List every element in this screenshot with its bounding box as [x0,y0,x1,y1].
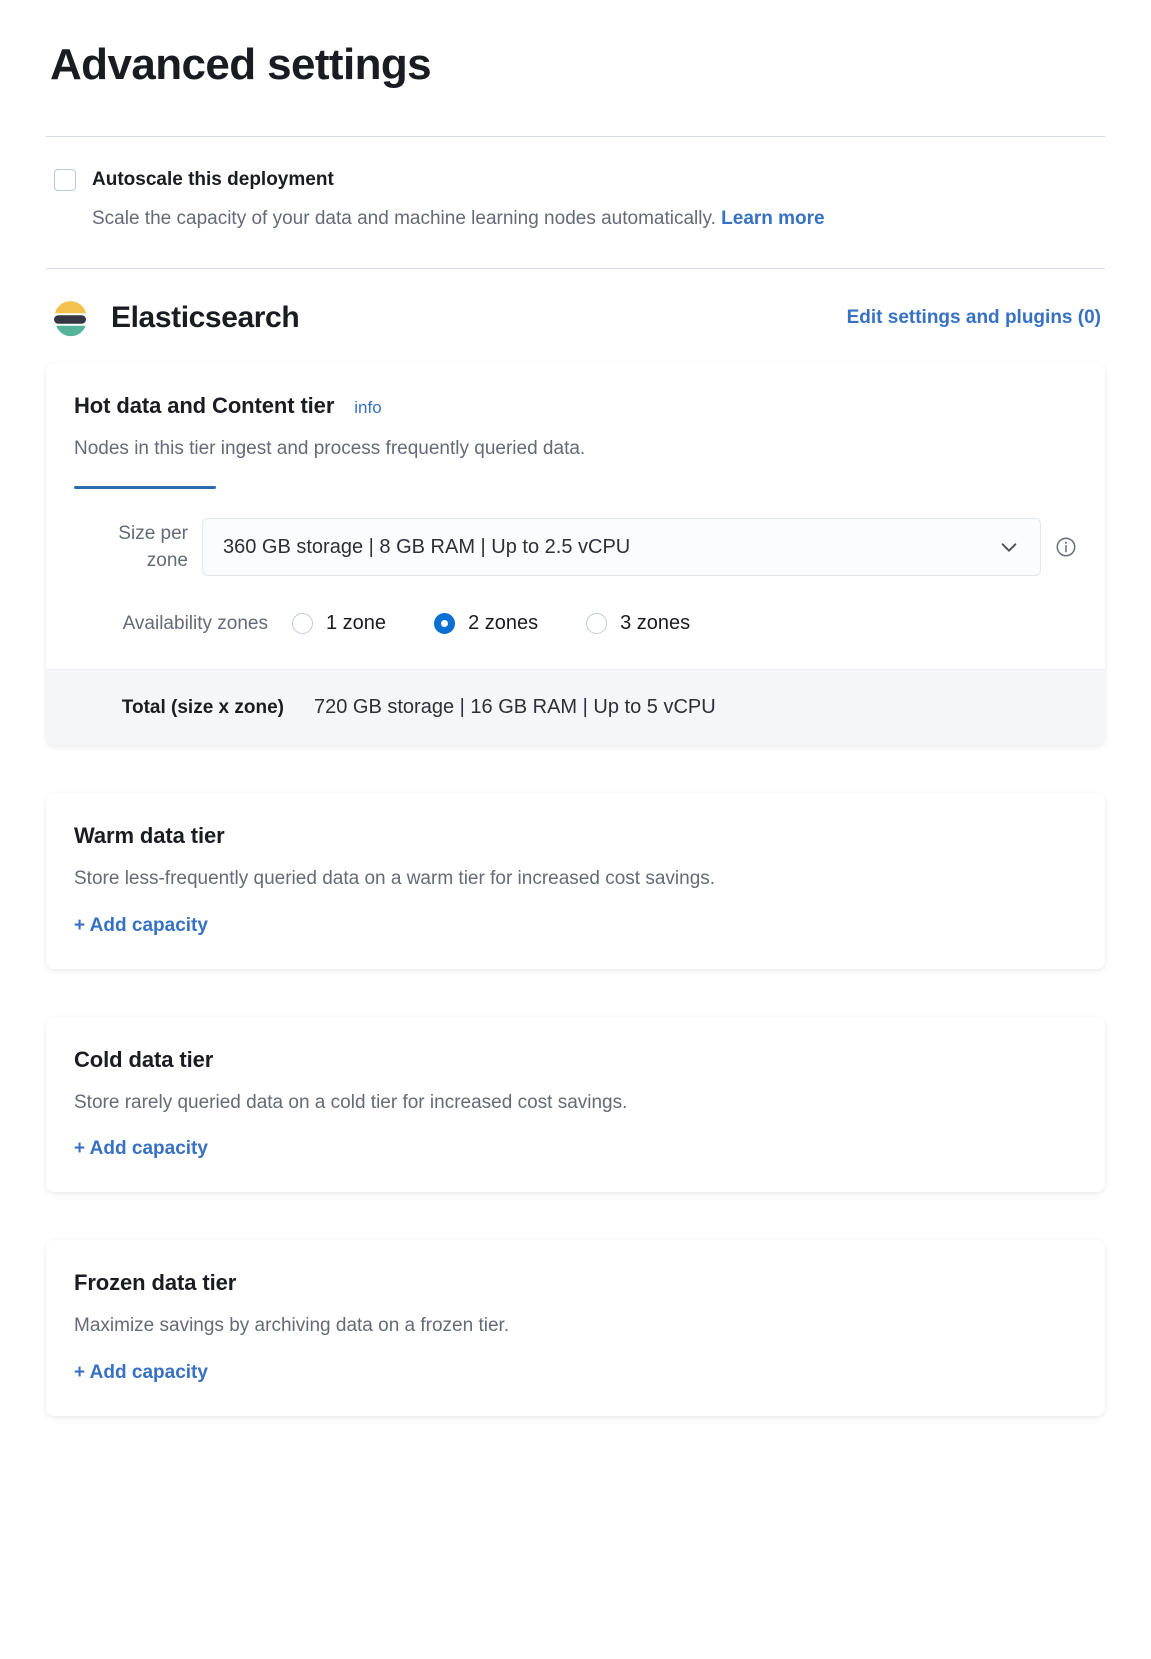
frozen-tier-title: Frozen data tier [74,1270,1077,1296]
frozen-data-tier-card: Frozen data tier Maximize savings by arc… [46,1240,1105,1416]
hot-tier-info-link[interactable]: info [354,398,381,418]
autoscale-description-text: Scale the capacity of your data and mach… [92,208,716,229]
hot-tier-title: Hot data and Content tier [74,393,334,419]
autoscale-label: Autoscale this deployment [92,167,334,194]
radio-option-2-zones[interactable]: 2 zones [434,612,538,635]
hot-data-tier-card: Hot data and Content tier info Nodes in … [46,363,1105,746]
hot-tier-totals-row: Total (size x zone) 720 GB storage | 16 … [46,669,1105,745]
elasticsearch-header: Elasticsearch Edit settings and plugins … [46,269,1105,337]
advanced-settings-page: Advanced settings Autoscale this deploym… [0,0,1151,1659]
autoscale-checkbox-row[interactable]: Autoscale this deployment [54,167,1105,194]
active-tab-indicator [74,486,216,489]
size-per-zone-value: 360 GB storage | 8 GB RAM | Up to 2.5 vC… [223,536,998,559]
availability-zones-radio-group: 1 zone 2 zones 3 zones [292,612,690,635]
frozen-tier-add-capacity-link[interactable]: + Add capacity [74,1362,208,1384]
cold-tier-title: Cold data tier [74,1047,1077,1073]
frozen-tier-description: Maximize savings by archiving data on a … [74,1312,1077,1340]
radio-circle-2-zones[interactable] [434,613,455,634]
radio-circle-3-zones[interactable] [586,613,607,634]
size-per-zone-select[interactable]: 360 GB storage | 8 GB RAM | Up to 2.5 vC… [202,518,1041,576]
info-circle-icon[interactable] [1055,536,1077,558]
learn-more-link[interactable]: Learn more [721,208,824,229]
size-per-zone-label: Size per zone [74,520,202,575]
hot-tier-tab-bar [74,486,1077,490]
warm-tier-add-capacity-link[interactable]: + Add capacity [74,915,208,937]
radio-label-1-zone: 1 zone [326,612,386,635]
totals-label: Total (size x zone) [74,697,314,719]
radio-label-3-zones: 3 zones [620,612,690,635]
autoscale-checkbox[interactable] [54,169,76,191]
size-select-wrap: 360 GB storage | 8 GB RAM | Up to 2.5 vC… [202,518,1041,576]
cold-tier-add-capacity-link[interactable]: + Add capacity [74,1138,208,1160]
warm-data-tier-card: Warm data tier Store less-frequently que… [46,793,1105,969]
radio-label-2-zones: 2 zones [468,612,538,635]
hot-tier-description: Nodes in this tier ingest and process fr… [74,435,1077,463]
radio-circle-1-zone[interactable] [292,613,313,634]
page-title: Advanced settings [46,40,1105,91]
autoscale-description: Scale the capacity of your data and mach… [92,205,1105,234]
size-per-zone-row: Size per zone 360 GB storage | 8 GB RAM … [74,518,1077,578]
chevron-down-icon [998,536,1020,558]
availability-zones-label: Availability zones [74,613,292,635]
warm-tier-title: Warm data tier [74,823,1077,849]
cold-data-tier-card: Cold data tier Store rarely queried data… [46,1017,1105,1193]
elasticsearch-logo-icon [52,299,90,337]
autoscale-section: Autoscale this deployment Scale the capa… [46,137,1105,234]
radio-option-1-zone[interactable]: 1 zone [292,612,386,635]
hot-tier-title-row: Hot data and Content tier info [74,393,1077,419]
availability-zones-row: Availability zones 1 zone 2 zones 3 zone… [74,612,1077,669]
radio-option-3-zones[interactable]: 3 zones [586,612,690,635]
elasticsearch-name: Elasticsearch [111,301,299,335]
cold-tier-description: Store rarely queried data on a cold tier… [74,1089,1077,1117]
warm-tier-description: Store less-frequently queried data on a … [74,865,1077,893]
elasticsearch-title-group: Elasticsearch [52,299,299,337]
hot-tier-body: Hot data and Content tier info Nodes in … [46,363,1105,670]
totals-value: 720 GB storage | 16 GB RAM | Up to 5 vCP… [314,696,716,719]
edit-settings-and-plugins-link[interactable]: Edit settings and plugins (0) [847,307,1101,329]
